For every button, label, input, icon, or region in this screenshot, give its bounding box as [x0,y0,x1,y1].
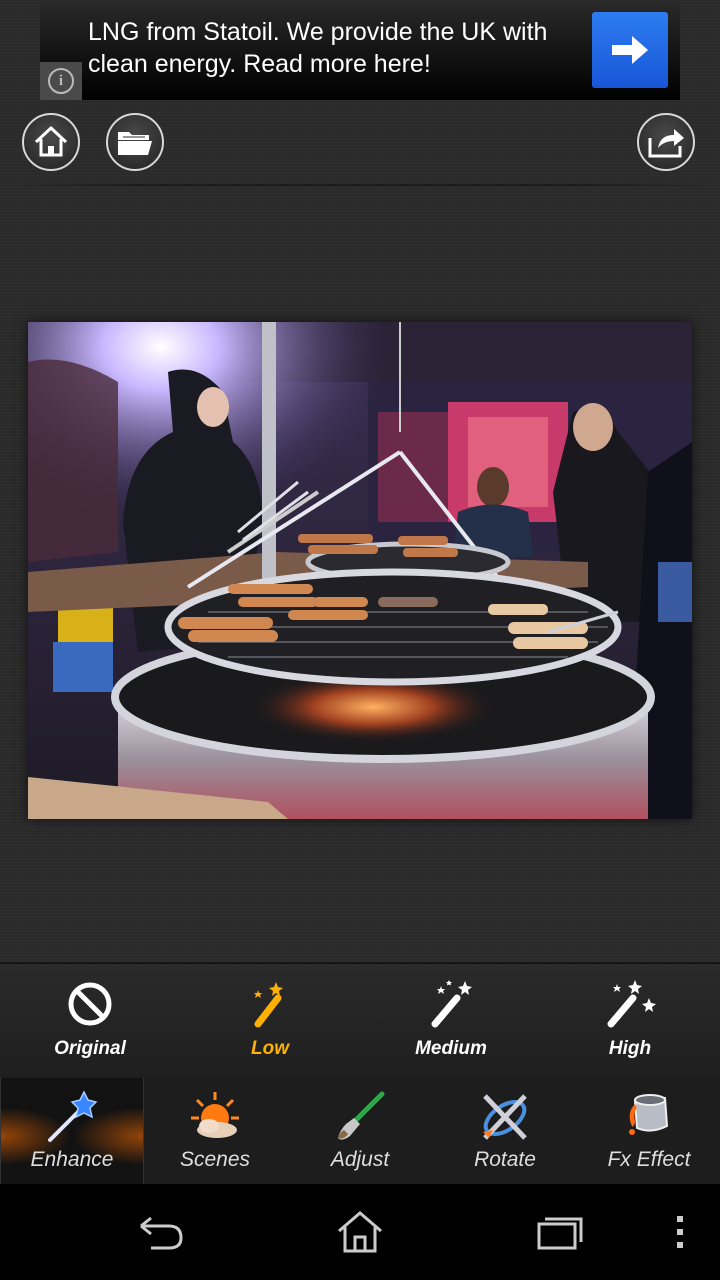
level-medium[interactable]: Medium [381,976,521,1076]
home-icon [34,126,68,157]
share-icon [648,129,684,158]
sun-cloud-icon [191,1092,239,1138]
brush-icon [338,1091,385,1140]
level-low-label: Low [251,1038,289,1059]
tab-scenes[interactable]: Scenes [144,1078,286,1184]
photo-preview[interactable] [28,322,692,819]
toolbar-divider [0,184,720,186]
tab-fx-effect[interactable]: Fx Effect [578,1078,720,1184]
tab-fx-effect-label: Fx Effect [607,1148,691,1171]
magic-wand-icon [254,982,283,1028]
tab-rotate-label: Rotate [474,1148,536,1171]
tool-tabs: Enhance Scenes Adjust Rotate Fx Effect [0,1078,720,1184]
ad-text[interactable]: LNG from Statoil. We provide the UK with… [88,16,588,80]
magic-wand-icon [607,980,656,1028]
back-button[interactable] [125,1204,195,1260]
level-medium-label: Medium [415,1038,487,1059]
system-nav-bar [0,1184,720,1280]
nav-home-button[interactable] [325,1204,395,1260]
back-icon [140,1216,183,1250]
level-low[interactable]: Low [200,976,340,1076]
ad-banner[interactable]: LNG from Statoil. We provide the UK with… [40,0,680,100]
home-button[interactable] [22,113,80,171]
tab-adjust[interactable]: Adjust [289,1078,431,1184]
level-original-label: Original [54,1038,126,1059]
wand-icon [48,1090,98,1142]
tab-scenes-label: Scenes [179,1148,251,1171]
open-folder-button[interactable] [106,113,164,171]
arrow-right-icon[interactable] [592,12,668,88]
level-high-label: High [608,1038,652,1059]
folder-icon [118,132,152,155]
info-icon[interactable]: i [40,62,82,100]
tab-enhance[interactable]: Enhance [0,1078,144,1184]
level-original[interactable]: Original [20,976,160,1076]
magic-wand-icon [431,980,472,1028]
no-icon [68,982,112,1026]
tab-enhance-label: Enhance [30,1148,114,1171]
overflow-menu-icon [677,1216,683,1248]
recents-icon [537,1217,583,1250]
tab-adjust-label: Adjust [330,1148,390,1171]
rotate-icon [483,1094,527,1140]
level-high[interactable]: High [560,976,700,1076]
tab-rotate[interactable]: Rotate [434,1078,576,1184]
paint-bucket-icon [629,1094,669,1135]
overflow-menu-button[interactable] [645,1204,715,1260]
share-button[interactable] [637,113,695,171]
enhance-level-bar: Original Low Medium High [0,962,720,1080]
recents-button[interactable] [525,1204,595,1260]
nav-home-icon [338,1211,382,1253]
